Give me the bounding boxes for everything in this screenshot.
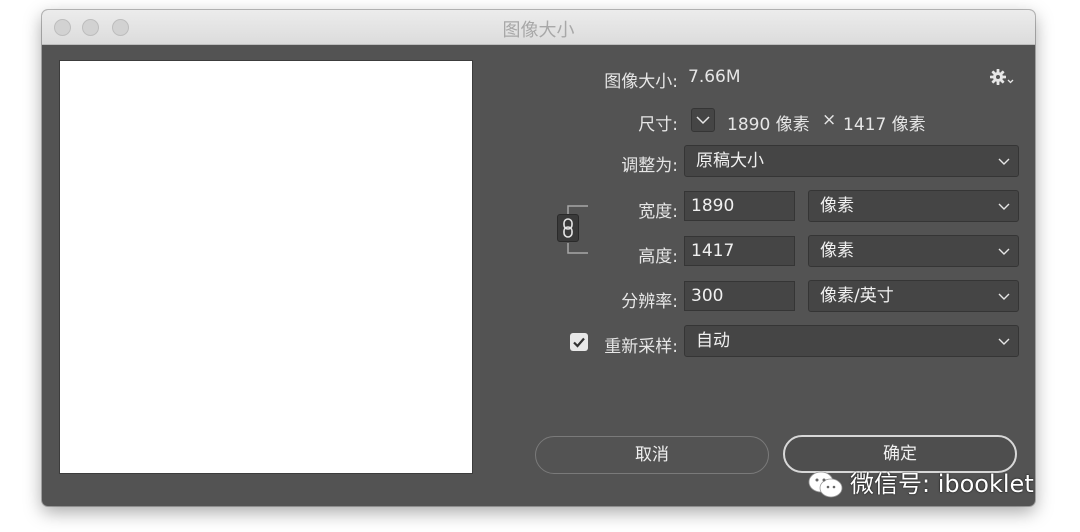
fit-to-selected-value: 原稿大小 [696,151,764,171]
resolution-unit-value: 像素/英寸 [820,286,894,306]
dimensions-dropdown[interactable] [691,108,715,132]
resample-checkbox[interactable] [570,333,588,351]
chain-link-icon[interactable] [557,214,579,242]
image-size-label: 图像大小: [604,72,678,92]
height-label: 高度: [638,247,678,267]
image-size-value: 7.66M [688,67,741,87]
wechat-watermark: 微信号: ibooklet [808,466,1034,502]
resample-method-value: 自动 [696,331,730,351]
chevron-down-icon [998,203,1010,210]
width-unit-select[interactable]: 像素 [808,190,1019,222]
cancel-button[interactable]: 取消 [535,436,769,474]
resolution-input[interactable]: 300 [684,281,795,311]
dimensions-times-symbol: × [822,110,837,130]
resample-method-select[interactable]: 自动 [684,325,1019,357]
window-title: 图像大小 [502,20,575,41]
chevron-down-icon [998,338,1010,345]
chevron-down-icon [998,293,1010,300]
chevron-down-icon [998,158,1010,165]
fit-to-select[interactable]: 原稿大小 [684,145,1019,177]
chevron-down-icon [998,248,1010,255]
width-label: 宽度: [638,202,678,222]
width-input[interactable]: 1890 [684,191,795,221]
width-unit-value: 像素 [820,196,854,216]
fit-to-label: 调整为: [621,156,678,176]
image-preview[interactable] [59,60,473,474]
watermark-text: 微信号: ibooklet [850,470,1034,498]
resolution-label: 分辨率: [621,292,678,312]
height-input[interactable]: 1417 [684,236,795,266]
title-bar: 图像大小 [42,10,1035,45]
height-unit-select[interactable]: 像素 [808,235,1019,267]
height-unit-value: 像素 [820,241,854,261]
checkmark-icon [573,337,585,348]
dimensions-height-value: 1417 像素 [843,115,926,135]
wechat-icon [808,471,843,498]
resolution-unit-select[interactable]: 像素/英寸 [808,280,1019,312]
gear-icon[interactable] [988,65,1016,89]
image-size-dialog: 图像大小 图像大小: 7.66M 尺寸: 1890 像素 × 1417 像素 调… [42,10,1035,506]
dimensions-label: 尺寸: [638,115,678,135]
chevron-down-icon [696,116,710,125]
dimensions-width-value: 1890 像素 [727,115,810,135]
resample-label: 重新采样: [604,337,678,357]
